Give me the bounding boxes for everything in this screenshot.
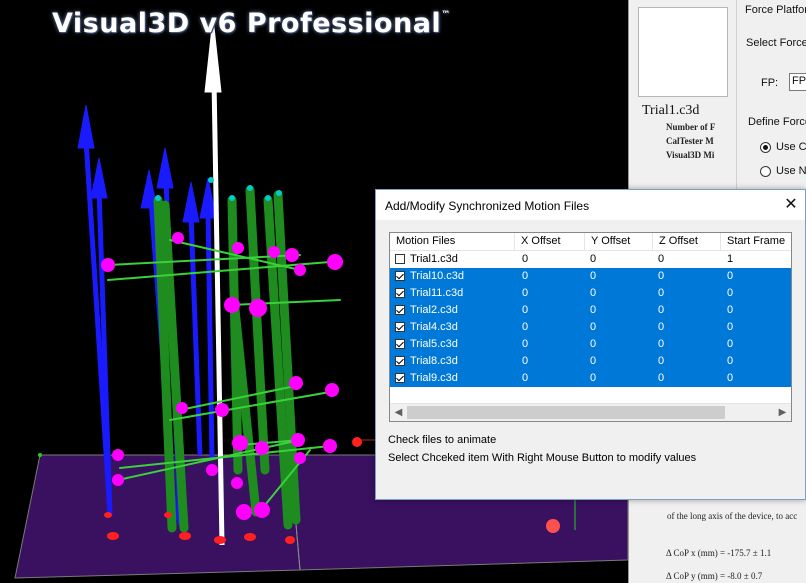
- cell-z: 0: [658, 270, 665, 282]
- table-row[interactable]: Trial11.c3d 0 0 0 0: [390, 285, 791, 302]
- cell-x: 0: [522, 270, 529, 282]
- cell-start: 0: [727, 321, 734, 333]
- row-checkbox[interactable]: [395, 322, 405, 332]
- force-platform-group-title: Force Platfor: [745, 4, 806, 16]
- cell-y: 0: [590, 287, 597, 299]
- column-header-y-offset[interactable]: Y Offset: [585, 233, 653, 250]
- row-checkbox[interactable]: [395, 356, 405, 366]
- table-row[interactable]: Trial9.c3d 0 0 0 0: [390, 370, 791, 387]
- radio-use-new[interactable]: [760, 166, 771, 177]
- row-checkbox[interactable]: [395, 254, 405, 264]
- radio-use-current-label: Use Cu: [776, 141, 806, 153]
- scroll-left-icon[interactable]: ◀: [390, 404, 407, 421]
- cell-y: 0: [590, 372, 597, 384]
- scroll-thumb[interactable]: [407, 406, 725, 419]
- cell-y: 0: [590, 270, 597, 282]
- cell-y: 0: [590, 355, 597, 367]
- cell-y: 0: [590, 304, 597, 316]
- radio-use-current[interactable]: [760, 142, 771, 153]
- cell-x: 0: [522, 253, 529, 265]
- cell-start: 0: [727, 287, 734, 299]
- define-force-label: Define Force: [748, 116, 806, 128]
- synchronized-motion-files-dialog: Add/Modify Synchronized Motion Files ✕ M…: [375, 189, 806, 500]
- dialog-titlebar[interactable]: Add/Modify Synchronized Motion Files ✕: [376, 190, 805, 220]
- info-line-3: Visual3D Mi: [666, 150, 715, 160]
- column-header-motion-files[interactable]: Motion Files: [390, 233, 515, 250]
- list-rows: Trial1.c3d 0 0 0 1 Trial10.c3d 0 0 0 0 Trial11.c3d…: [390, 251, 791, 387]
- row-checkbox[interactable]: [395, 373, 405, 383]
- scroll-right-icon[interactable]: ▶: [774, 404, 791, 421]
- cell-y: 0: [590, 321, 597, 333]
- close-icon: ✕: [784, 196, 798, 213]
- app-title: Visual3D v6 Professional™: [52, 8, 451, 39]
- cell-file: Trial4.c3d: [410, 321, 458, 333]
- table-row[interactable]: Trial1.c3d 0 0 0 1: [390, 251, 791, 268]
- cell-file: Trial2.c3d: [410, 304, 458, 316]
- cell-start: 1: [727, 253, 734, 265]
- row-checkbox[interactable]: [395, 305, 405, 315]
- cell-file: Trial9.c3d: [410, 372, 458, 384]
- force-plate-left: [14, 454, 301, 579]
- cell-z: 0: [658, 321, 665, 333]
- cell-z: 0: [658, 355, 665, 367]
- info-line-1: Number of F: [666, 122, 716, 132]
- trademark-mark: ™: [441, 10, 451, 20]
- cell-z: 0: [658, 338, 665, 350]
- cell-file: Trial11.c3d: [410, 287, 464, 299]
- table-row[interactable]: Trial10.c3d 0 0 0 0: [390, 268, 791, 285]
- table-row[interactable]: Trial2.c3d 0 0 0 0: [390, 302, 791, 319]
- cell-start: 0: [727, 372, 734, 384]
- cell-z: 0: [658, 253, 665, 265]
- cell-z: 0: [658, 287, 665, 299]
- column-header-start-frame[interactable]: Start Frame: [721, 233, 791, 250]
- fp-label: FP:: [761, 77, 779, 89]
- cell-z: 0: [658, 372, 665, 384]
- cell-y: 0: [590, 338, 597, 350]
- row-checkbox[interactable]: [395, 339, 405, 349]
- cell-file: Trial1.c3d: [410, 253, 458, 265]
- cell-x: 0: [522, 287, 529, 299]
- table-row[interactable]: Trial4.c3d 0 0 0 0: [390, 319, 791, 336]
- hint-check-files: Check files to animate: [388, 434, 497, 446]
- cop-y-result: Δ CoP y (mm) = -8.0 ± 0.7: [666, 571, 763, 581]
- cop-x-result: Δ CoP x (mm) = -175.7 ± 1.1: [666, 548, 772, 558]
- trial-name: Trial1.c3d: [642, 103, 700, 118]
- cell-file: Trial10.c3d: [410, 270, 465, 282]
- cell-x: 0: [522, 338, 529, 350]
- hint-right-mouse: Select Chceked item With Right Mouse But…: [388, 452, 697, 464]
- info-line-2: CalTester M: [666, 136, 714, 146]
- cell-start: 0: [727, 304, 734, 316]
- cell-x: 0: [522, 355, 529, 367]
- select-force-label: Select Force: [746, 37, 806, 49]
- column-header-x-offset[interactable]: X Offset: [515, 233, 585, 250]
- cell-file: Trial8.c3d: [410, 355, 458, 367]
- row-checkbox[interactable]: [395, 271, 405, 281]
- column-header-z-offset[interactable]: Z Offset: [653, 233, 721, 250]
- cell-y: 0: [590, 253, 597, 265]
- cell-start: 0: [727, 270, 734, 282]
- row-checkbox[interactable]: [395, 288, 405, 298]
- horizontal-scrollbar[interactable]: ◀ ▶: [390, 403, 791, 421]
- cell-start: 0: [727, 338, 734, 350]
- fp-select[interactable]: FP: [789, 73, 806, 91]
- motion-files-list[interactable]: Motion Files X Offset Y Offset Z Offset …: [389, 232, 792, 422]
- cell-x: 0: [522, 372, 529, 384]
- app-title-text: Visual3D v6 Professional: [52, 8, 442, 39]
- trial-thumbnail: [638, 7, 728, 97]
- dialog-title: Add/Modify Synchronized Motion Files: [385, 199, 590, 213]
- list-header: Motion Files X Offset Y Offset Z Offset …: [390, 233, 791, 251]
- table-row[interactable]: Trial8.c3d 0 0 0 0: [390, 353, 791, 370]
- close-button[interactable]: ✕: [780, 194, 802, 216]
- table-row[interactable]: Trial5.c3d 0 0 0 0: [390, 336, 791, 353]
- cell-start: 0: [727, 355, 734, 367]
- radio-use-new-label: Use No: [776, 165, 806, 177]
- doc-line: of the long axis of the device, to acc: [667, 511, 798, 521]
- cell-z: 0: [658, 304, 665, 316]
- cell-file: Trial5.c3d: [410, 338, 458, 350]
- cell-x: 0: [522, 321, 529, 333]
- cell-x: 0: [522, 304, 529, 316]
